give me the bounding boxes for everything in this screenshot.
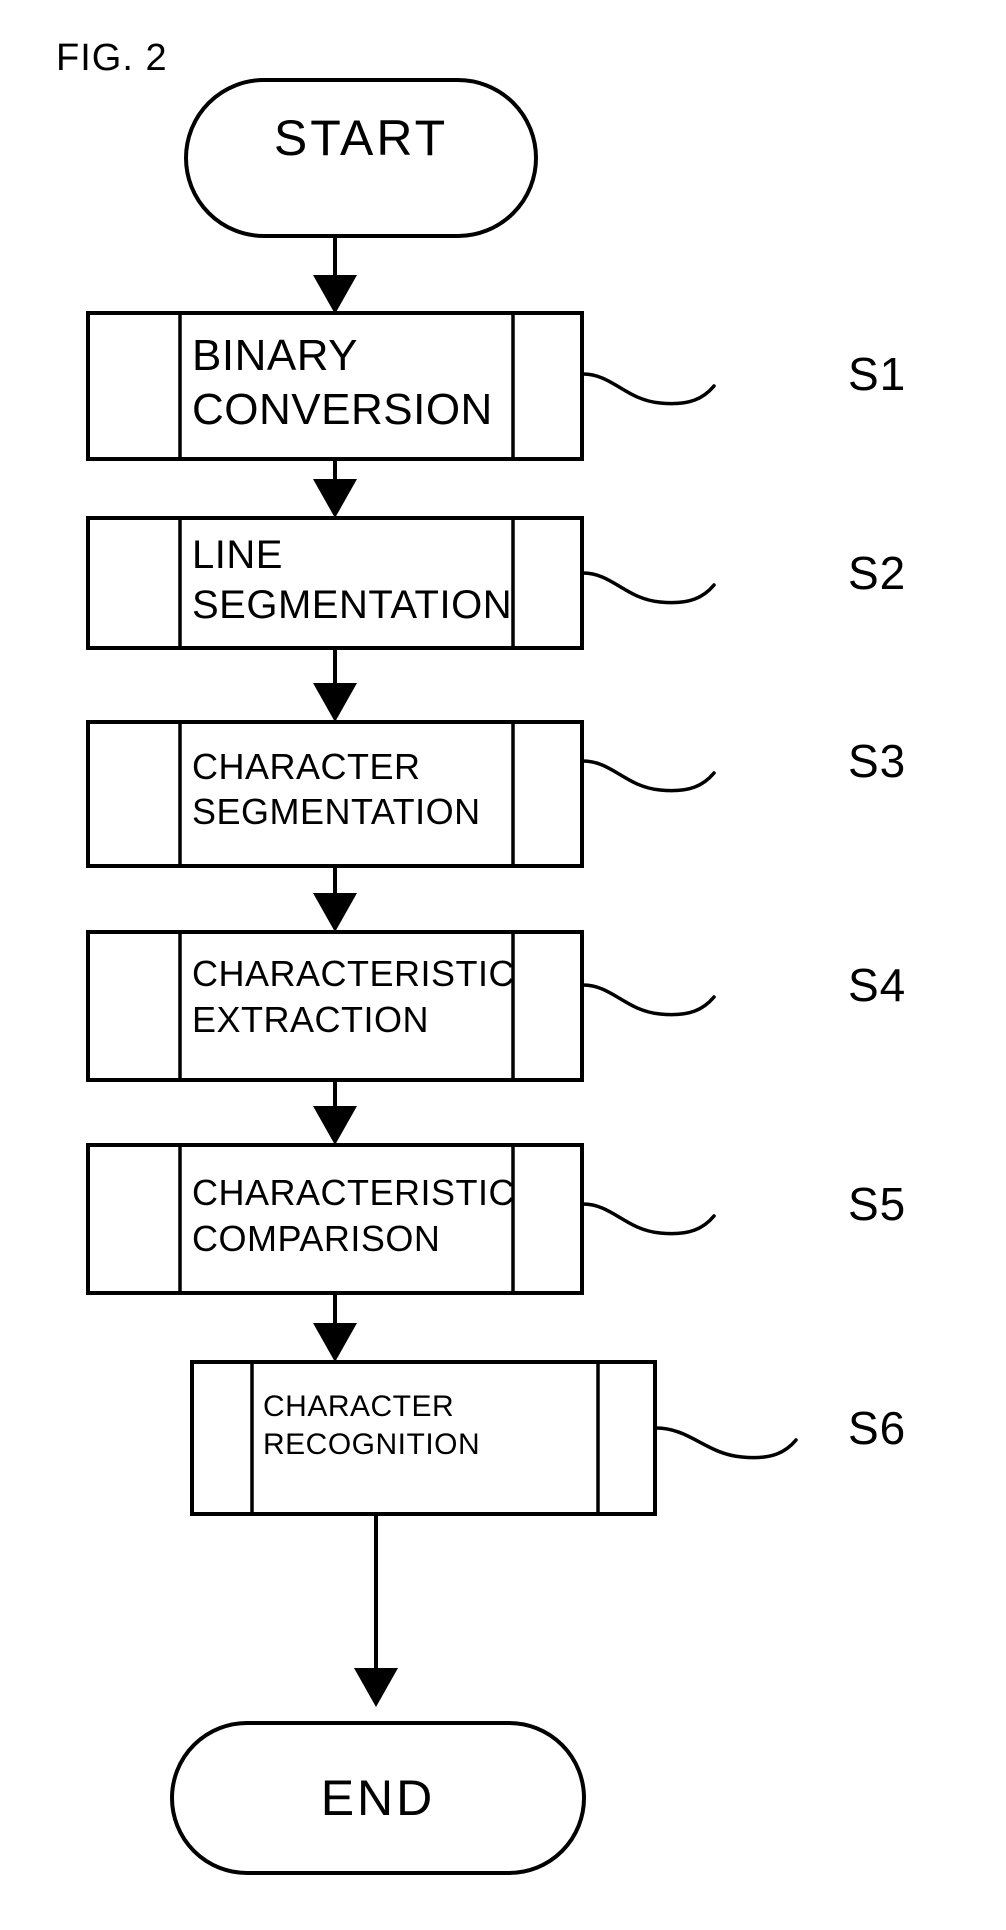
- process-box-s1-line1: BINARY: [192, 331, 358, 380]
- step-ref-s3: S3: [848, 735, 906, 787]
- process-box-s5: CHARACTERISTIC COMPARISON: [86, 1143, 584, 1295]
- connector-s1-to-s2: [313, 459, 357, 518]
- step-ref-leader-s5: S5: [581, 1178, 906, 1236]
- figure-label: FIG. 2: [56, 37, 168, 79]
- step-ref-s2: S2: [848, 547, 906, 599]
- step-ref-leader-s1: S1: [581, 348, 906, 406]
- arrow-head-icon: [313, 1323, 357, 1362]
- step-ref-s1: S1: [848, 348, 906, 400]
- process-box-s1-line2: CONVERSION: [192, 385, 493, 434]
- process-box-s5-line1: CHARACTERISTIC: [192, 1172, 515, 1213]
- connector-start-to-s1: [313, 236, 357, 314]
- step-ref-s5: S5: [848, 1178, 906, 1230]
- flowchart-canvas: FIG. 2 START BINARY CONVERSION S1 LINE S…: [56, 37, 906, 1875]
- process-box-s4: CHARACTERISTIC EXTRACTION: [86, 930, 584, 1082]
- process-box-s3-line2: SEGMENTATION: [192, 791, 481, 832]
- connector-s2-to-s3: [313, 648, 357, 722]
- step-ref-leader-s2: S2: [581, 547, 906, 605]
- start-terminal: START: [184, 78, 538, 238]
- start-terminal-label: START: [274, 110, 448, 166]
- arrow-head-icon: [313, 683, 357, 722]
- process-box-s4-line1: CHARACTERISTIC: [192, 953, 515, 994]
- process-box-s6-line2: RECOGNITION: [263, 1428, 480, 1461]
- process-box-s6: CHARACTER RECOGNITION: [190, 1360, 657, 1516]
- process-box-s5-line2: COMPARISON: [192, 1218, 440, 1259]
- process-box-s4-line2: EXTRACTION: [192, 999, 429, 1040]
- end-terminal: END: [170, 1721, 586, 1875]
- process-box-s2-line1: LINE: [192, 533, 283, 577]
- process-box-s3-line1: CHARACTER: [192, 746, 421, 787]
- step-ref-s6: S6: [848, 1402, 906, 1454]
- arrow-head-icon: [313, 893, 357, 932]
- arrow-head-icon: [313, 479, 357, 518]
- process-box-s3: CHARACTER SEGMENTATION: [86, 720, 584, 868]
- step-ref-leader-s4: S4: [581, 959, 906, 1017]
- connector-s3-to-s4: [313, 866, 357, 932]
- connector-s6-to-end: [354, 1514, 398, 1707]
- arrow-head-icon: [313, 275, 357, 314]
- connector-s5-to-s6: [313, 1293, 357, 1362]
- step-ref-s4: S4: [848, 959, 906, 1011]
- process-box-s2: LINE SEGMENTATION: [86, 516, 584, 650]
- step-ref-leader-s6: S6: [654, 1402, 906, 1460]
- end-terminal-label: END: [321, 1770, 436, 1826]
- connector-s4-to-s5: [313, 1080, 357, 1145]
- process-box-s6-line1: CHARACTER: [263, 1390, 454, 1423]
- arrow-head-icon: [354, 1668, 398, 1707]
- arrow-head-icon: [313, 1106, 357, 1145]
- process-box-s2-line2: SEGMENTATION: [192, 583, 512, 627]
- patent-figure-page: FIG. 2 START BINARY CONVERSION S1 LINE S…: [0, 0, 1006, 1930]
- process-box-s1: BINARY CONVERSION: [86, 311, 584, 461]
- step-ref-leader-s3: S3: [581, 735, 906, 793]
